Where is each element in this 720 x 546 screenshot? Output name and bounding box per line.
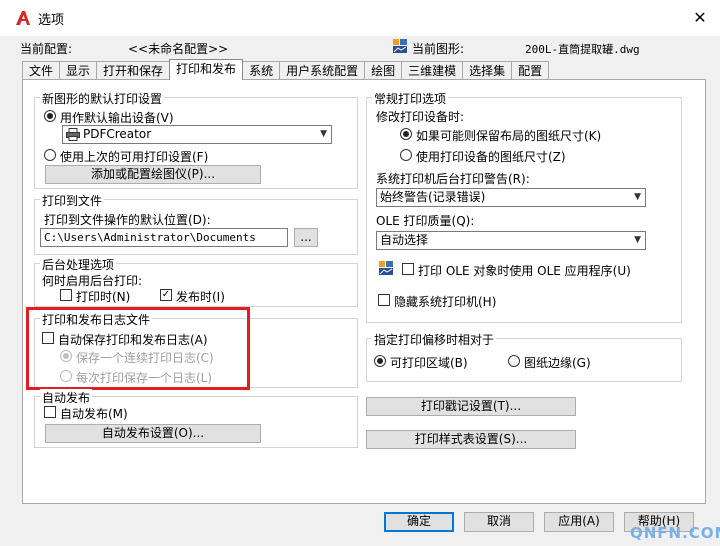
- watermark-logo: QNFN.COM: [630, 524, 720, 542]
- spooler-alert-label: 系统打印机后台打印警告(R):: [376, 172, 530, 186]
- ole-quality-select[interactable]: 自动选择 ▼: [376, 231, 646, 250]
- chevron-down-icon: ▼: [634, 192, 641, 202]
- highlight-box: [26, 307, 250, 390]
- output-device-select[interactable]: PDFCreator ▼: [62, 125, 332, 144]
- publishing-checkbox[interactable]: ✓: [160, 289, 172, 301]
- autopublish-title: 自动发布: [40, 389, 93, 406]
- tab-open-save[interactable]: 打开和保存: [96, 61, 171, 80]
- ole-app-label: 打印 OLE 对象时使用 OLE 应用程序(U): [418, 264, 631, 278]
- tab-bar: 文件 显示 打开和保存 打印和发布 系统 用户系统配置 绘图 三维建模 选择集 …: [22, 59, 550, 80]
- ole-app-checkbox[interactable]: [402, 263, 414, 275]
- apply-button[interactable]: 应用(A): [544, 512, 614, 532]
- use-device-radio[interactable]: [44, 110, 56, 122]
- hide-printers-checkbox[interactable]: [378, 294, 390, 306]
- use-last-radio[interactable]: [44, 149, 56, 161]
- tab-drafting[interactable]: 绘图: [364, 61, 403, 80]
- tab-files[interactable]: 文件: [22, 61, 61, 80]
- plotting-checkbox[interactable]: [60, 289, 72, 301]
- paper-edge-label: 图纸边缘(G): [524, 356, 591, 370]
- location-input[interactable]: C:\Users\Administrator\Documents: [40, 228, 288, 247]
- close-button[interactable]: ✕: [688, 6, 712, 30]
- printable-area-radio[interactable]: [374, 355, 386, 367]
- current-profile-label: 当前配置:: [20, 42, 73, 56]
- title-bar: [0, 0, 720, 36]
- current-drawing-value: 200L-直筒提取罐.dwg: [525, 43, 640, 56]
- drawing-icon: [393, 39, 407, 53]
- autopublish-label: 自动发布(M): [60, 407, 128, 421]
- tab-system[interactable]: 系统: [242, 61, 281, 80]
- tab-3d-modeling[interactable]: 三维建模: [401, 61, 464, 80]
- default-output-title: 新图形的默认打印设置: [40, 90, 165, 107]
- spooler-alert-value: 始终警告(记录错误): [380, 190, 486, 204]
- background-title: 后台处理选项: [40, 256, 117, 273]
- tab-profiles[interactable]: 配置: [511, 61, 550, 80]
- use-device-paper-radio[interactable]: [400, 149, 412, 161]
- use-device-label: 用作默认输出设备(V): [60, 111, 174, 125]
- chevron-down-icon: ▼: [634, 235, 641, 245]
- current-profile-value: <<未命名配置>>: [128, 42, 229, 56]
- autopublish-settings-button[interactable]: 自动发布设置(O)...: [45, 424, 261, 443]
- ole-quality-label: OLE 打印质量(Q):: [376, 214, 475, 228]
- general-options-title: 常规打印选项: [372, 90, 449, 107]
- printer-icon: [66, 128, 80, 141]
- publishing-label: 发布时(I): [176, 290, 225, 304]
- keep-paper-size-label: 如果可能则保留布局的图纸尺寸(K): [416, 129, 602, 143]
- offset-title: 指定打印偏移时相对于: [372, 331, 497, 348]
- tab-plot-publish[interactable]: 打印和发布: [169, 59, 244, 80]
- enable-background-label: 何时启用后台打印:: [42, 274, 143, 288]
- autopublish-checkbox[interactable]: [44, 406, 56, 418]
- plot-stamp-button[interactable]: 打印戳记设置(T)...: [366, 397, 576, 416]
- keep-paper-size-radio[interactable]: [400, 128, 412, 140]
- plotting-label: 打印时(N): [76, 290, 131, 304]
- tab-selection[interactable]: 选择集: [462, 61, 513, 80]
- plot-styles-button[interactable]: 打印样式表设置(S)...: [366, 430, 576, 449]
- output-device-value: PDFCreator: [83, 127, 152, 141]
- tab-display[interactable]: 显示: [59, 61, 98, 80]
- paper-edge-radio[interactable]: [508, 355, 520, 367]
- tab-user-preferences[interactable]: 用户系统配置: [279, 61, 366, 80]
- ok-button[interactable]: 确定: [384, 512, 454, 532]
- window-title: 选项: [38, 13, 65, 28]
- printable-area-label: 可打印区域(B): [390, 356, 468, 370]
- ole-quality-value: 自动选择: [380, 233, 429, 247]
- plot-to-file-title: 打印到文件: [40, 192, 105, 209]
- location-label: 打印到文件操作的默认位置(D):: [44, 213, 211, 227]
- chevron-down-icon: ▼: [320, 129, 327, 139]
- use-last-label: 使用上次的可用打印设置(F): [60, 150, 209, 164]
- hide-printers-label: 隐藏系统打印机(H): [394, 295, 497, 309]
- current-drawing-label: 当前图形:: [412, 42, 465, 56]
- autocad-logo-icon: [16, 11, 30, 25]
- modify-device-label: 修改打印设备时:: [376, 110, 465, 124]
- spooler-alert-select[interactable]: 始终警告(记录错误) ▼: [376, 188, 646, 207]
- ole-app-icon: [379, 261, 393, 275]
- add-plotter-button[interactable]: 添加或配置绘图仪(P)...: [45, 165, 261, 184]
- browse-button[interactable]: ...: [294, 228, 318, 247]
- use-device-paper-label: 使用打印设备的图纸尺寸(Z): [416, 150, 566, 164]
- cancel-button[interactable]: 取消: [464, 512, 534, 532]
